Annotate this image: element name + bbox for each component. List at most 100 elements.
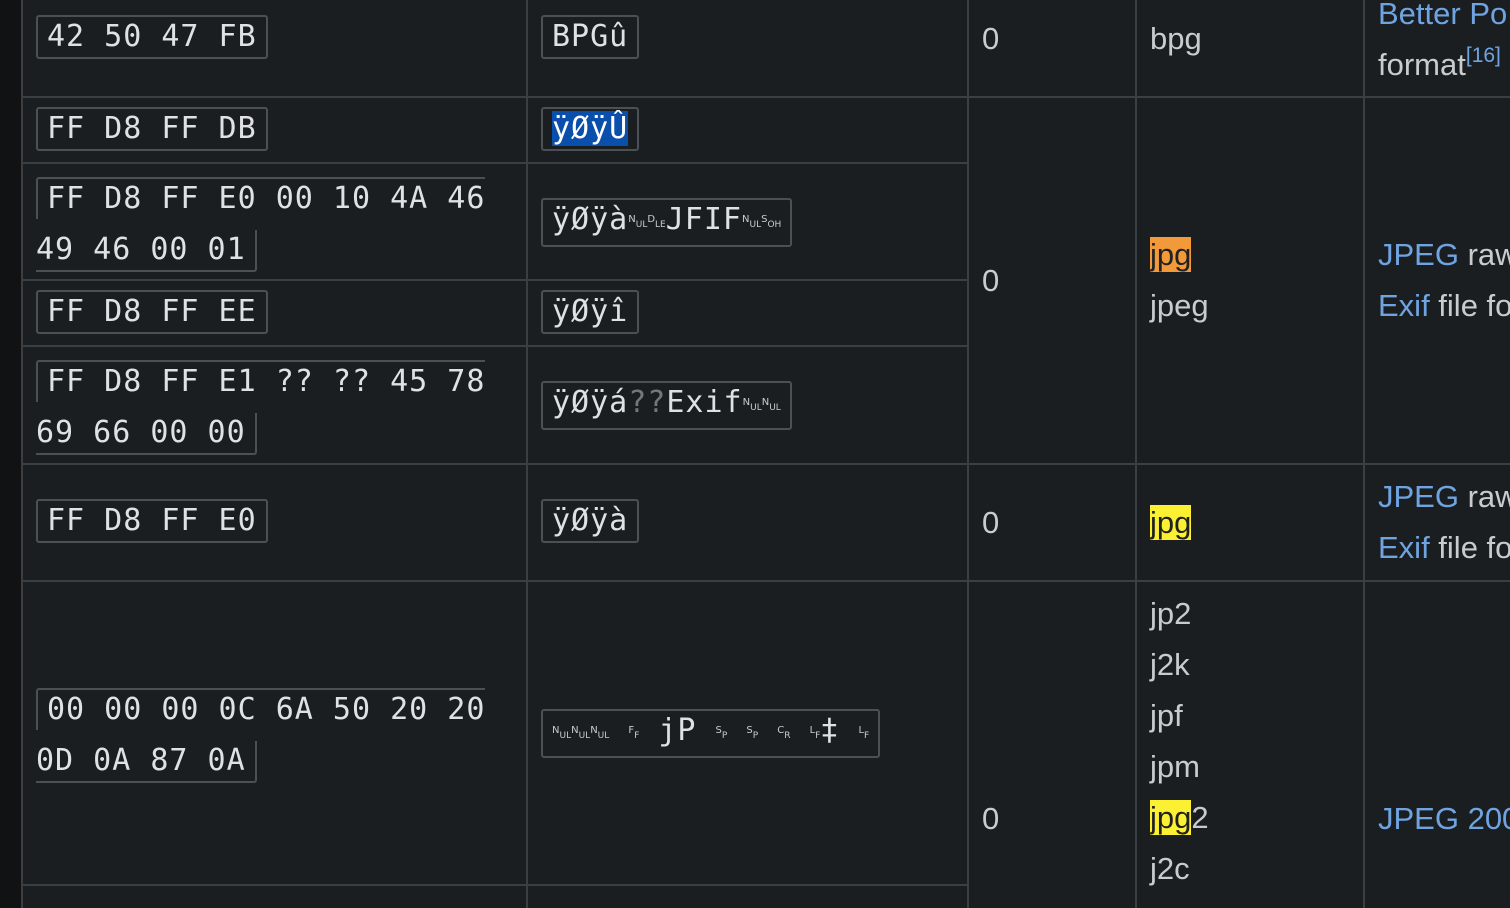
control-char-ff: FF bbox=[628, 725, 640, 741]
column-divider bbox=[1135, 0, 1137, 908]
iso-text: Exif bbox=[666, 385, 743, 420]
description: JPEG raw Exif file fo bbox=[1378, 229, 1510, 331]
desc-text: file fo bbox=[1429, 288, 1510, 323]
desc-link-exif[interactable]: Exif bbox=[1378, 288, 1430, 323]
row-divider bbox=[23, 580, 1510, 582]
desc-link-exif[interactable]: Exif bbox=[1378, 530, 1430, 565]
iso-representation: ÿØÿá??ExifNULNUL bbox=[541, 381, 792, 430]
control-char-lf: LF bbox=[809, 725, 821, 741]
iso-text: BPGû bbox=[541, 15, 640, 59]
control-char-nul: NUL bbox=[742, 397, 762, 413]
column-divider bbox=[1363, 0, 1365, 908]
description: JPEG 200 bbox=[1378, 793, 1510, 844]
offset-value: 0 bbox=[982, 801, 1000, 836]
extension-jpf: jpf bbox=[1150, 698, 1183, 733]
iso-representation: BPGû bbox=[541, 15, 640, 59]
table-row-jpeg-c: FF D8 FF EE bbox=[36, 290, 268, 334]
desc-link-better-portable[interactable]: Better Po bbox=[1378, 0, 1507, 31]
row-divider bbox=[23, 162, 967, 164]
extension-jpg-match: jpg bbox=[1150, 505, 1192, 540]
hex-signature-cont: 0D 0A 87 0A bbox=[36, 741, 257, 783]
desc-text: file fo bbox=[1429, 530, 1510, 565]
control-char-dle: DLE bbox=[647, 214, 666, 230]
hex-signature: FF D8 FF E0 00 10 4A 46 bbox=[36, 177, 486, 219]
control-char-nul: NUL bbox=[628, 214, 648, 230]
iso-representation: ÿØÿàNULDLEJFIFNULSOH bbox=[541, 198, 793, 247]
desc-text-format: format bbox=[1378, 47, 1466, 82]
iso-text: ÿØÿà bbox=[541, 499, 640, 543]
page-left-gutter bbox=[0, 0, 23, 908]
iso-box: ÿØÿàNULDLEJFIFNULSOH bbox=[541, 198, 793, 247]
control-char-soh: SOH bbox=[761, 214, 782, 230]
control-char-sp: SP bbox=[746, 725, 759, 741]
row-divider bbox=[23, 463, 1510, 465]
extension-j2c: j2c bbox=[1150, 851, 1190, 886]
extension-list: jpg bbox=[1150, 497, 1192, 548]
extension-bpg: bpg bbox=[1150, 21, 1202, 56]
citation-link[interactable]: [16] bbox=[1466, 44, 1501, 67]
row-divider bbox=[23, 96, 1510, 98]
hex-signature: FF D8 FF E0 bbox=[36, 499, 268, 543]
hex-signature: FF D8 FF EE bbox=[36, 290, 268, 334]
iso-text: ÿØÿî bbox=[541, 290, 640, 334]
extension-jp2: jp2 bbox=[1150, 596, 1192, 631]
table-row-jpeg-e0: FF D8 FF E0 bbox=[36, 499, 268, 543]
desc-text: raw bbox=[1467, 479, 1510, 514]
table-row-jpeg-d: FF D8 FF E1 ?? ?? 45 78 69 66 00 00 bbox=[36, 356, 491, 458]
control-char-nul: NUL bbox=[552, 725, 572, 741]
extension-jpg2-match: jpg bbox=[1150, 800, 1192, 835]
row-divider bbox=[23, 884, 967, 886]
iso-text: JFIF bbox=[665, 202, 742, 237]
control-char-lf: LF bbox=[858, 725, 870, 741]
hex-signature: FF D8 FF DB bbox=[36, 107, 268, 151]
desc-text: raw bbox=[1467, 237, 1510, 272]
extension-list: jp2 j2k jpf jpm jpg2 j2c bbox=[1150, 588, 1209, 894]
description: JPEG raw Exif file fo bbox=[1378, 471, 1510, 573]
extension-list: jpg jpeg bbox=[1150, 229, 1209, 331]
control-char-nul: NUL bbox=[761, 397, 781, 413]
iso-box: ÿØÿá??ExifNULNUL bbox=[541, 381, 792, 430]
hex-signature: 00 00 00 0C 6A 50 20 20 bbox=[36, 688, 486, 730]
hex-signature: 42 50 47 FB bbox=[36, 15, 268, 59]
hex-signature-cont: 69 66 00 00 bbox=[36, 413, 257, 455]
table-row-jpeg-a: FF D8 FF DB bbox=[36, 107, 268, 151]
table-row-jpeg2000: 00 00 00 0C 6A 50 20 20 0D 0A 87 0A bbox=[36, 684, 491, 786]
iso-text: ‡ bbox=[820, 713, 840, 748]
iso-box: ÿØÿÛ bbox=[541, 107, 640, 151]
control-char-sp: SP bbox=[715, 725, 728, 741]
iso-text: ÿØÿà bbox=[552, 202, 629, 237]
extension-jpg-current-match: jpg bbox=[1150, 237, 1192, 272]
offset-value: 0 bbox=[982, 505, 1000, 540]
iso-box: NULNULNUL FF jP SP SP CR LF‡ LF bbox=[541, 709, 881, 758]
iso-text: ÿØÿá bbox=[552, 385, 629, 420]
extension-jpeg: jpeg bbox=[1150, 288, 1209, 323]
column-divider bbox=[526, 0, 528, 908]
wildcard-text: ?? bbox=[628, 385, 667, 420]
offset-value: 0 bbox=[982, 263, 1000, 298]
control-char-nul: NUL bbox=[742, 214, 762, 230]
row-divider bbox=[23, 279, 967, 281]
description: Better Po format[16] bbox=[1378, 0, 1507, 90]
iso-text: jP bbox=[658, 713, 697, 748]
table-row-bpg: 42 50 47 FB bbox=[36, 15, 268, 59]
desc-link-jpeg-2000[interactable]: JPEG 200 bbox=[1378, 801, 1510, 836]
desc-link-jpeg[interactable]: JPEG bbox=[1378, 237, 1459, 272]
row-divider bbox=[23, 345, 967, 347]
extension-jpm: jpm bbox=[1150, 749, 1200, 784]
hex-signature: FF D8 FF E1 ?? ?? 45 78 bbox=[36, 360, 486, 402]
control-char-cr: CR bbox=[777, 725, 791, 741]
selected-text[interactable]: ÿØÿÛ bbox=[552, 111, 629, 146]
iso-representation: ÿØÿà bbox=[541, 499, 640, 543]
iso-representation: NULNULNUL FF jP SP SP CR LF‡ LF bbox=[541, 709, 881, 758]
control-char-nul: NUL bbox=[590, 725, 610, 741]
iso-representation: ÿØÿÛ bbox=[541, 107, 640, 151]
table-row-jpeg-b: FF D8 FF E0 00 10 4A 46 49 46 00 01 bbox=[36, 173, 491, 275]
column-divider bbox=[967, 0, 969, 908]
extension-jpg2-suffix: 2 bbox=[1191, 800, 1209, 835]
hex-signature-cont: 49 46 00 01 bbox=[36, 230, 257, 272]
offset-value: 0 bbox=[982, 21, 1000, 56]
control-char-nul: NUL bbox=[571, 725, 591, 741]
iso-representation: ÿØÿî bbox=[541, 290, 640, 334]
extension-j2k: j2k bbox=[1150, 647, 1190, 682]
desc-link-jpeg[interactable]: JPEG bbox=[1378, 479, 1459, 514]
